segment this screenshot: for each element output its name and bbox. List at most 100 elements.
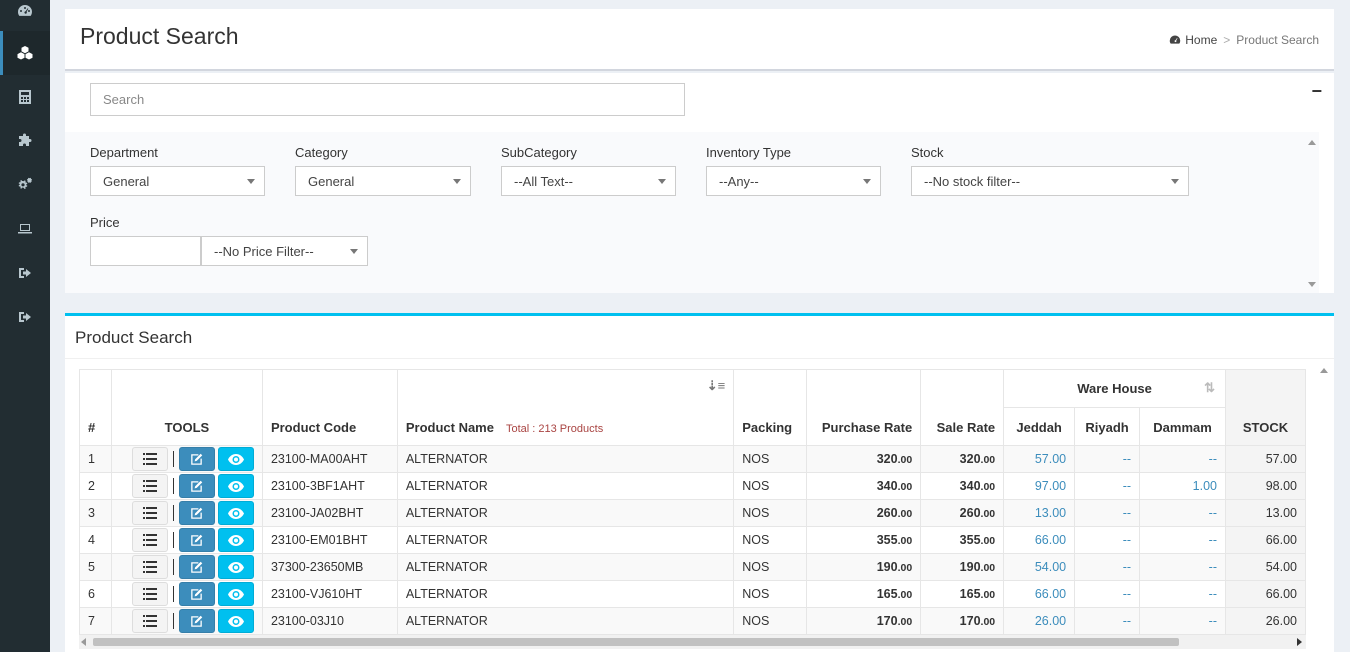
department-select[interactable]: General [90,166,265,196]
row-dammam[interactable]: -- [1139,445,1226,473]
row-dammam[interactable]: 1.00 [1139,472,1226,500]
col-product-name[interactable]: ⇣≡ Product Name Total : 213 Products [396,369,735,446]
sort-amount-icon[interactable]: ⇣≡ [707,378,725,394]
price-filter-select[interactable]: --No Price Filter-- [201,236,368,266]
edit-button[interactable] [178,609,215,633]
row-riyadh[interactable]: -- [1074,580,1141,608]
row-dammam[interactable]: -- [1139,526,1226,554]
list-icon [142,561,157,573]
view-button[interactable] [217,501,254,525]
col-jeddah[interactable]: Jeddah [1003,407,1076,446]
search-input[interactable] [90,83,685,116]
col-purchase-rate[interactable]: Purchase Rate [806,369,922,446]
view-button[interactable] [217,582,254,606]
inventory-type-select[interactable]: --Any-- [706,166,881,196]
view-button[interactable] [217,609,254,633]
col-product-code[interactable]: Product Code [261,369,398,446]
list-button[interactable] [131,528,168,552]
collapse-button[interactable]: − [1311,81,1322,102]
sidebar-item-settings[interactable] [0,163,50,207]
view-button[interactable] [217,447,254,471]
sidebar-item-logout-1[interactable] [0,251,50,295]
sidebar-item-logout-2[interactable] [0,295,50,339]
scroll-right-icon[interactable] [1297,638,1302,646]
sidebar-item-products[interactable] [0,31,50,75]
row-jeddah[interactable]: 26.00 [1003,607,1076,635]
row-jeddah[interactable]: 97.00 [1003,472,1076,500]
row-riyadh[interactable]: -- [1074,445,1141,473]
edit-button[interactable] [178,474,215,498]
table-row[interactable]: 6 23100-VJ610HT ALTERNATOR NOS 165.00 165.00 6… [79,580,1306,608]
sidebar-item-calculator[interactable] [0,75,50,119]
row-riyadh[interactable]: -- [1074,499,1141,527]
row-jeddah[interactable]: 66.00 [1003,526,1076,554]
sort-icon[interactable]: ⇅ [1204,380,1215,396]
filter-scrollbar[interactable] [1304,132,1319,293]
scroll-up-icon[interactable] [1320,368,1328,373]
table-row[interactable]: 7 23100-03J10 ALTERNATOR NOS 170.00 170.00 26.… [79,607,1306,635]
horizontal-scrollbar[interactable] [79,635,1306,649]
purchase-rate-int: 165 [876,587,898,601]
list-button[interactable] [131,582,168,606]
table-row[interactable]: 2 23100-3BF1AHT ALTERNATOR NOS 340.00 340.00 9… [79,472,1306,500]
sidebar-item-dashboard[interactable] [0,0,50,22]
edit-button[interactable] [178,582,215,606]
row-jeddah[interactable]: 13.00 [1003,499,1076,527]
sale-rate-int: 170 [959,614,981,628]
row-product-code: 37300-23650MB [261,553,398,581]
table-row[interactable]: 5 37300-23650MB ALTERNATOR NOS 190.00 190.00 5… [79,553,1306,581]
list-button[interactable] [131,447,168,471]
view-button[interactable] [217,528,254,552]
list-icon [142,453,157,465]
table-row[interactable]: 1 23100-MA00AHT ALTERNATOR NOS 320.00 320.00 5… [79,445,1306,473]
breadcrumb-home[interactable]: Home [1169,33,1217,47]
col-stock[interactable]: STOCK [1225,369,1306,446]
row-dammam[interactable]: -- [1139,553,1226,581]
scroll-up-icon[interactable] [1308,140,1316,145]
stock-select[interactable]: --No stock filter-- [911,166,1189,196]
row-dammam[interactable]: -- [1139,607,1226,635]
edit-button[interactable] [178,528,215,552]
col-sale-rate[interactable]: Sale Rate [920,369,1005,446]
scroll-down-icon[interactable] [1308,282,1316,287]
subcategory-select[interactable]: --All Text-- [501,166,676,196]
sale-rate-dec: .00 [980,454,996,466]
chevron-down-icon [247,179,255,184]
row-packing: NOS [733,472,808,500]
edit-button[interactable] [178,447,215,471]
table-row[interactable]: 3 23100-JA02BHT ALTERNATOR NOS 260.00 260.00 1… [79,499,1306,527]
sidebar-item-plugins[interactable] [0,119,50,163]
sidebar-item-devices[interactable] [0,207,50,251]
row-riyadh[interactable]: -- [1074,526,1141,554]
list-button[interactable] [131,474,168,498]
list-button[interactable] [131,501,168,525]
scroll-left-icon[interactable] [81,638,86,646]
edit-button[interactable] [178,501,215,525]
view-button[interactable] [217,474,254,498]
col-packing[interactable]: Packing [733,369,808,446]
col-riyadh[interactable]: Riyadh [1074,407,1141,446]
row-riyadh[interactable]: -- [1074,472,1141,500]
list-button[interactable] [131,609,168,633]
row-dammam[interactable]: -- [1139,499,1226,527]
row-jeddah[interactable]: 57.00 [1003,445,1076,473]
table-row[interactable]: 4 23100-EM01BHT ALTERNATOR NOS 355.00 355.00 6… [79,526,1306,554]
category-select[interactable]: General [295,166,471,196]
edit-icon [191,507,203,519]
row-dammam[interactable]: -- [1139,580,1226,608]
row-riyadh[interactable]: -- [1074,553,1141,581]
view-button[interactable] [217,555,254,579]
list-button[interactable] [131,555,168,579]
row-product-name: ALTERNATOR [396,499,735,527]
row-riyadh[interactable]: -- [1074,607,1141,635]
edit-button[interactable] [178,555,215,579]
purchase-rate-int: 355 [876,533,898,547]
eye-icon [227,588,244,600]
scrollbar-thumb[interactable] [93,638,1179,646]
breadcrumb-home-label[interactable]: Home [1185,33,1217,47]
row-jeddah[interactable]: 54.00 [1003,553,1076,581]
price-input[interactable] [90,236,201,266]
col-dammam[interactable]: Dammam [1139,407,1226,446]
row-jeddah[interactable]: 66.00 [1003,580,1076,608]
filter-area: Department General Category General SubC… [65,132,1319,293]
